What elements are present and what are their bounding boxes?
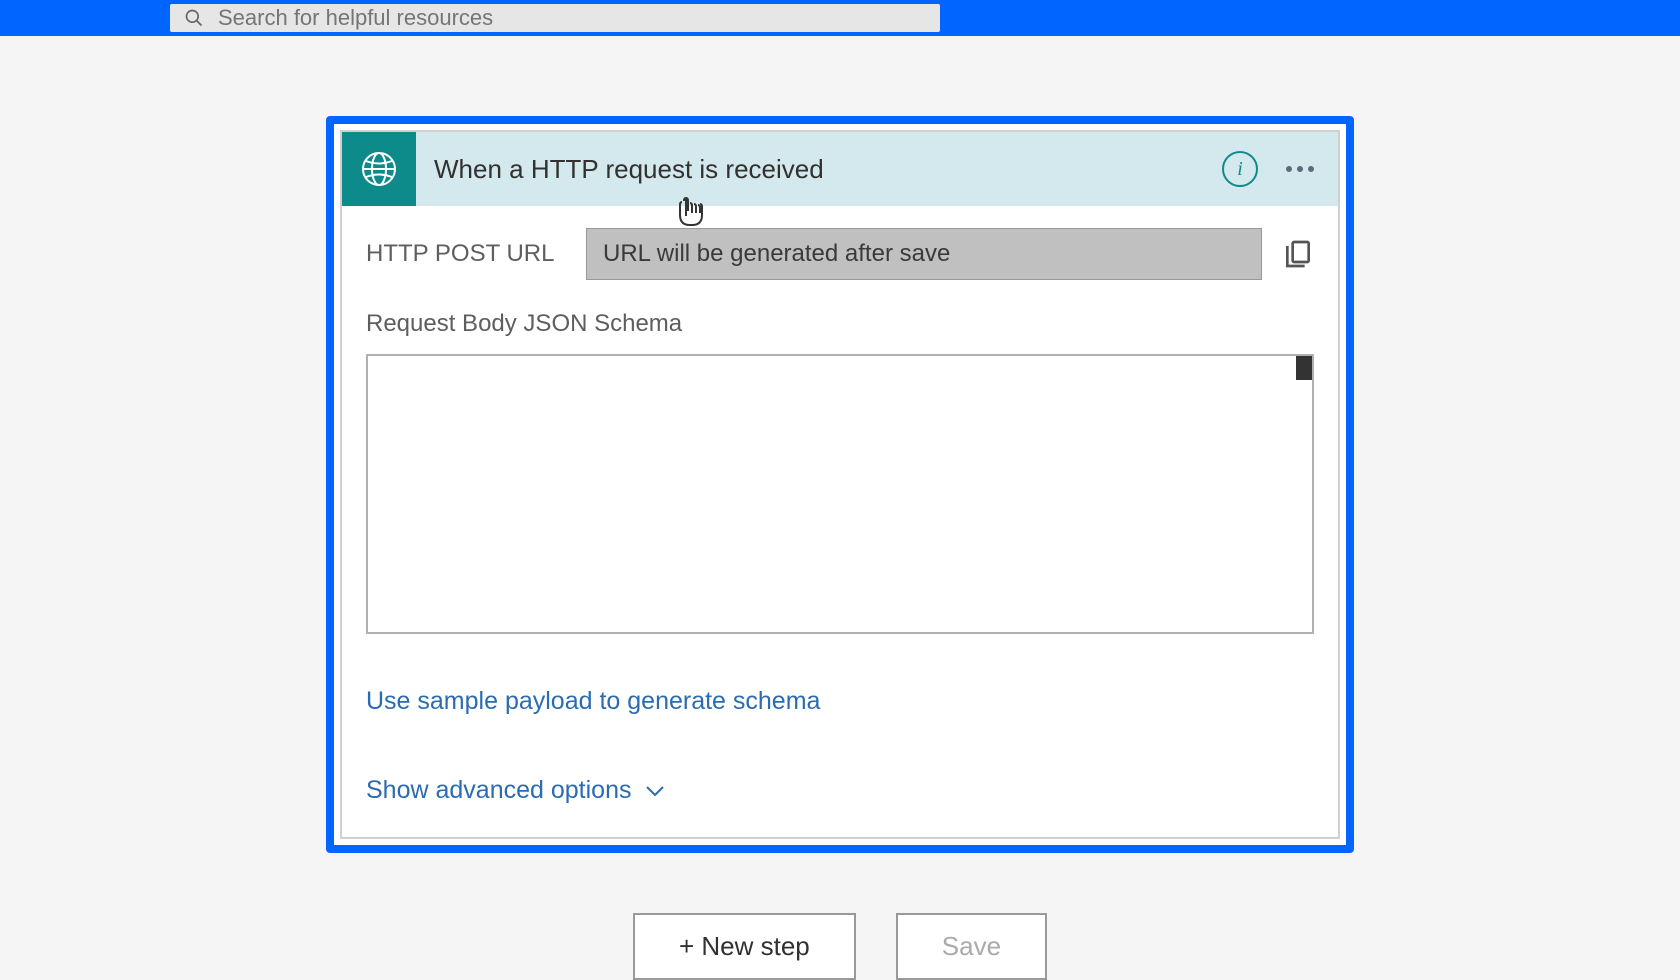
actions-row: + New step Save: [633, 913, 1047, 980]
trigger-card: When a HTTP request is received i HTTP P…: [326, 116, 1354, 853]
info-icon[interactable]: i: [1222, 151, 1258, 187]
textarea-scrollbar-handle[interactable]: [1296, 356, 1312, 380]
http-post-url-field: URL will be generated after save: [586, 228, 1262, 280]
http-globe-icon: [342, 132, 416, 206]
http-post-url-label: HTTP POST URL: [366, 240, 566, 268]
sample-payload-link[interactable]: Use sample payload to generate schema: [366, 687, 820, 716]
search-input[interactable]: [218, 5, 926, 31]
advanced-options-toggle[interactable]: Show advanced options: [366, 776, 1314, 805]
advanced-options-label: Show advanced options: [366, 776, 631, 805]
schema-input[interactable]: [366, 354, 1314, 634]
chevron-down-icon: [645, 785, 665, 797]
designer-canvas: When a HTTP request is received i HTTP P…: [0, 36, 1680, 980]
new-step-button[interactable]: + New step: [633, 913, 856, 980]
top-bar: [0, 0, 1680, 36]
more-icon[interactable]: [1286, 166, 1314, 172]
trigger-header[interactable]: When a HTTP request is received i: [342, 132, 1338, 206]
schema-label: Request Body JSON Schema: [366, 310, 1314, 338]
trigger-body: HTTP POST URL URL will be generated afte…: [342, 206, 1338, 837]
save-button[interactable]: Save: [896, 913, 1047, 980]
copy-icon[interactable]: [1282, 238, 1314, 270]
search-box[interactable]: [170, 4, 940, 32]
search-icon: [184, 8, 204, 28]
trigger-title: When a HTTP request is received: [416, 154, 1222, 185]
